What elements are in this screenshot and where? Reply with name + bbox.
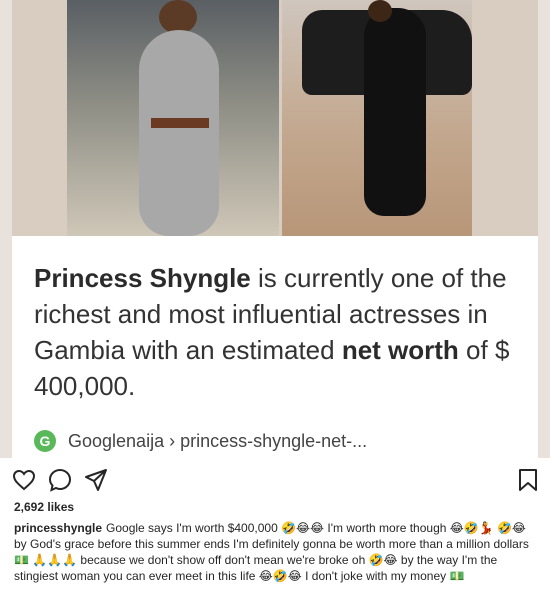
source-link[interactable]: Googlenaija › princess-shyngle-net-... (68, 431, 367, 452)
caption-username[interactable]: princesshyngle (14, 521, 102, 535)
woman-head-2 (368, 0, 392, 22)
likes-count[interactable]: 2,692 likes (14, 500, 74, 514)
post-photo (12, 0, 538, 236)
photo-right (282, 0, 472, 236)
article-bold-net-worth: net worth (341, 335, 459, 365)
woman-gray-dress (139, 30, 219, 236)
woman-head (159, 0, 197, 34)
googlenaija-logo-icon: G (34, 430, 56, 452)
photo-left (67, 0, 279, 236)
article-text: Princess Shyngle is currently one of the… (34, 260, 530, 404)
article-name: Princess Shyngle (34, 263, 251, 293)
article-source[interactable]: G Googlenaija › princess-shyngle-net-... (34, 428, 367, 454)
post-caption: princesshyngle Google says I'm worth $400… (14, 520, 534, 584)
action-bar (0, 458, 550, 500)
paper-plane-icon[interactable] (82, 466, 110, 494)
belt (151, 118, 209, 128)
heart-icon[interactable] (10, 466, 38, 494)
woman-black-dress (364, 8, 426, 216)
article-card: Princess Shyngle is currently one of the… (12, 236, 538, 458)
comment-icon[interactable] (46, 466, 74, 494)
bookmark-icon[interactable] (514, 466, 542, 494)
post-image[interactable]: Princess Shyngle is currently one of the… (0, 0, 550, 458)
